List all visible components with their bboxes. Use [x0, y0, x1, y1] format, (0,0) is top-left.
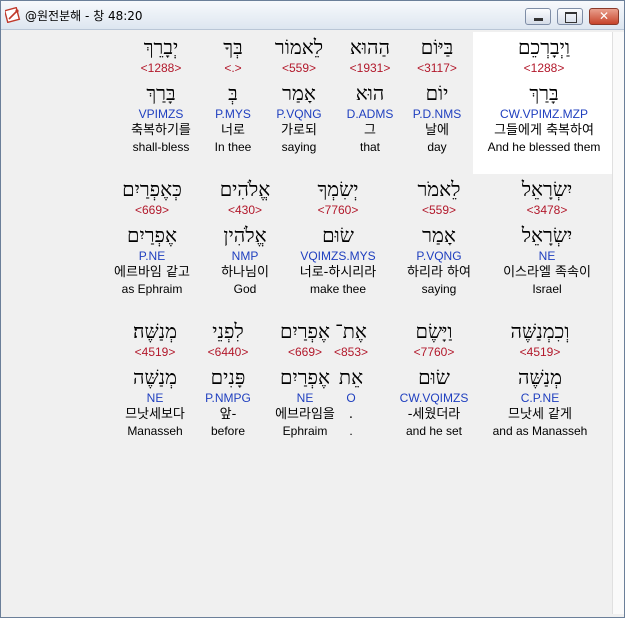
- korean-gloss: 축복하기를: [131, 123, 191, 138]
- morphology-code: NE: [146, 391, 164, 405]
- strong-number[interactable]: <1288>: [96, 60, 226, 76]
- word-grid: וַיְבָרְכֵם <1288> בָּרַךְ CW.VPIMZ.MZP …: [7, 32, 612, 612]
- hebrew-word: כְּאֶפְרַיִם: [122, 177, 182, 201]
- english-gloss: Manasseh: [127, 424, 183, 438]
- close-button[interactable]: ✕: [589, 8, 619, 25]
- strong-number[interactable]: <669>: [87, 202, 217, 218]
- english-gloss: as Ephraim: [121, 282, 183, 296]
- analysis-window: @원전분해 - 창 48:20 ✕ וַיְבָרְכֵם <1288> בָּ…: [0, 0, 625, 618]
- strong-number[interactable]: <4519>: [90, 344, 220, 360]
- korean-gloss: 에르바임 같고: [114, 265, 190, 280]
- close-icon: ✕: [598, 9, 610, 23]
- maximize-button[interactable]: [557, 8, 583, 25]
- word-cell[interactable]: מְנַשֶּׁה׃ <4519> מְנַשֶּׁה NE 므낫세보다 Man…: [90, 318, 220, 439]
- korean-gloss: 므낫세보다: [125, 407, 185, 422]
- app-icon: [5, 7, 21, 23]
- lexical-form: בָּרַךְ: [146, 81, 176, 105]
- title-bar[interactable]: @원전분해 - 창 48:20 ✕: [1, 1, 624, 30]
- hebrew-word: יְבָרֵךְ: [143, 35, 179, 59]
- morphology-code: VPIMZS: [138, 107, 184, 121]
- vertical-scrollbar[interactable]: [612, 32, 624, 614]
- morphology-code: P.NE: [138, 249, 166, 263]
- maximize-icon: [565, 12, 577, 23]
- lexical-form: אֶפְרַיִם: [126, 223, 178, 247]
- lexical-form: מְנַשֶּׁה: [132, 365, 178, 389]
- english-gloss: shall-bless: [132, 140, 190, 154]
- word-cell[interactable]: יְבָרֵךְ <1288> בָּרַךְ VPIMZS 축복하기를 sha…: [96, 34, 226, 155]
- minimize-icon: [534, 18, 543, 21]
- word-cell[interactable]: כְּאֶפְרַיִם <669> אֶפְרַיִם P.NE 에르바임 같…: [87, 176, 217, 297]
- hebrew-word: מְנַשֶּׁה׃: [132, 319, 178, 343]
- minimize-button[interactable]: [525, 8, 551, 25]
- window-title: @원전분해 - 창 48:20: [25, 9, 143, 23]
